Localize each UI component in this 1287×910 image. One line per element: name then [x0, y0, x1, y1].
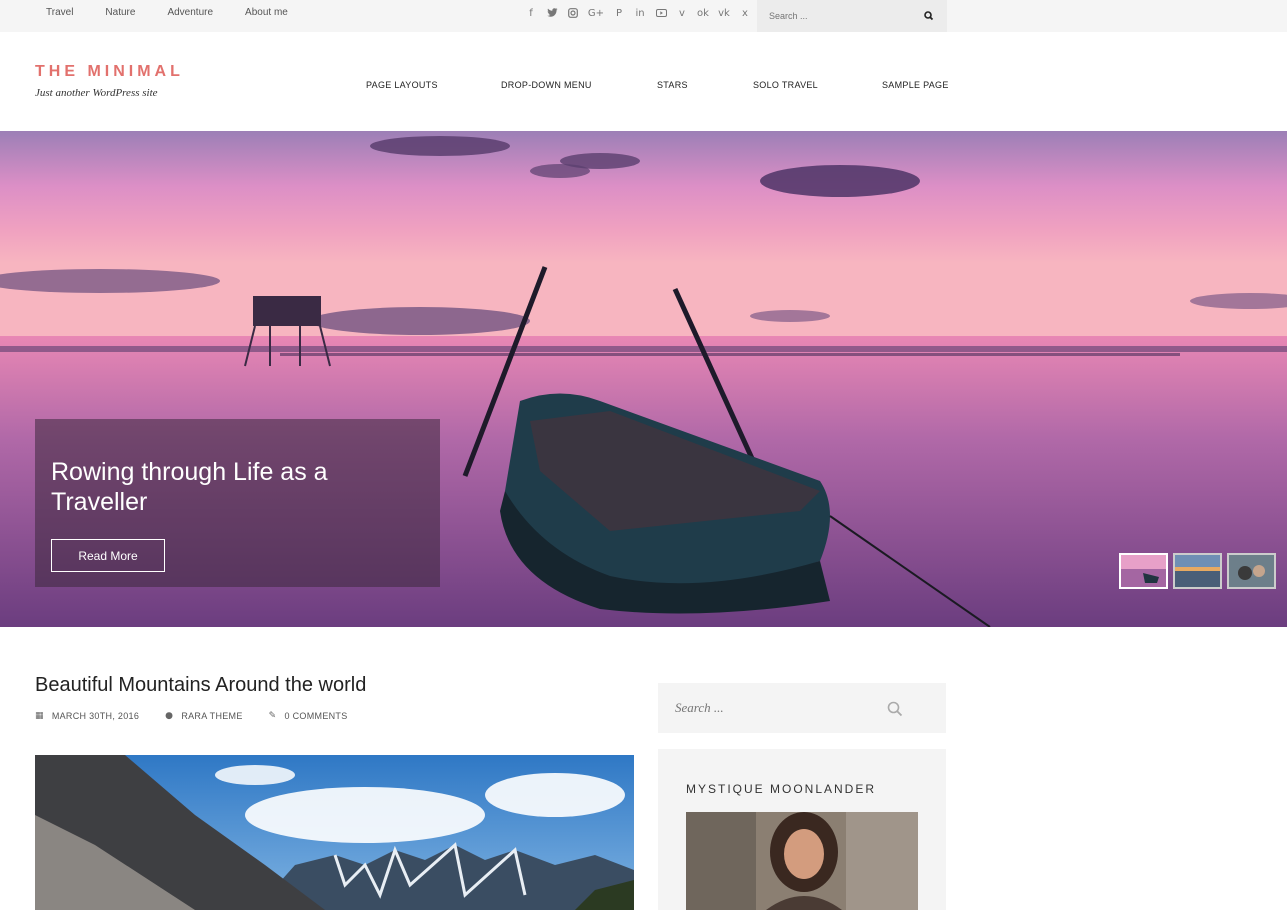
- menu-drop-down-menu[interactable]: DROP-DOWN MENU: [501, 80, 592, 90]
- instagram-icon[interactable]: [566, 6, 580, 20]
- read-more-button[interactable]: Read More: [51, 539, 165, 572]
- post-author[interactable]: ● RARA THEME: [165, 711, 243, 721]
- vk-icon[interactable]: vk: [717, 6, 731, 20]
- search-icon[interactable]: [886, 700, 904, 718]
- site-title[interactable]: THE MINIMAL: [35, 63, 184, 81]
- xing-icon[interactable]: x: [738, 6, 752, 20]
- top-nav-adventure[interactable]: Adventure: [167, 7, 213, 18]
- odnoklassniki-icon[interactable]: ok: [696, 6, 710, 20]
- pencil-icon: ✎: [268, 711, 277, 721]
- google-plus-icon[interactable]: G+: [587, 6, 605, 20]
- youtube-icon[interactable]: [654, 6, 668, 20]
- hero-slider: Rowing through Life as a Traveller Read …: [0, 131, 1287, 627]
- sidebar-search-input[interactable]: [675, 700, 875, 716]
- user-icon: ●: [165, 711, 174, 721]
- author-photo: [686, 812, 918, 910]
- sidebar-author-widget: MYSTIQUE MOONLANDER: [658, 749, 946, 910]
- post-date-text: MARCH 30TH, 2016: [51, 711, 140, 721]
- menu-stars[interactable]: STARS: [657, 80, 688, 90]
- pinterest-icon[interactable]: P: [612, 6, 626, 20]
- slider-thumb-1[interactable]: [1119, 553, 1168, 589]
- twitter-icon[interactable]: [545, 6, 559, 20]
- hero-title[interactable]: Rowing through Life as a Traveller: [51, 457, 391, 517]
- vimeo-icon[interactable]: v: [675, 6, 689, 20]
- post-comments[interactable]: ✎ 0 COMMENTS: [269, 711, 348, 721]
- top-search-input[interactable]: [769, 9, 919, 23]
- calendar-icon: ▦: [35, 711, 44, 721]
- linkedin-icon[interactable]: in: [633, 6, 647, 20]
- top-nav: Travel Nature Adventure About me: [46, 7, 320, 18]
- menu-sample-page[interactable]: SAMPLE PAGE: [882, 80, 949, 90]
- slider-thumbnails: [1119, 553, 1276, 589]
- hero-caption: Rowing through Life as a Traveller Read …: [35, 419, 440, 587]
- sidebar-search: [658, 683, 946, 733]
- top-nav-nature[interactable]: Nature: [105, 7, 135, 18]
- top-nav-travel[interactable]: Travel: [46, 7, 73, 18]
- post-date[interactable]: ▦ MARCH 30TH, 2016: [35, 711, 139, 721]
- widget-title: MYSTIQUE MOONLANDER: [686, 782, 877, 796]
- top-search: [757, 0, 947, 32]
- top-bar: Travel Nature Adventure About me f G+ P …: [0, 0, 1287, 32]
- slider-thumb-2[interactable]: [1173, 553, 1222, 589]
- search-icon[interactable]: [923, 9, 935, 21]
- top-nav-about-me[interactable]: About me: [245, 7, 288, 18]
- post-title[interactable]: Beautiful Mountains Around the world: [35, 674, 366, 697]
- facebook-icon[interactable]: f: [524, 6, 538, 20]
- site-tagline: Just another WordPress site: [35, 87, 158, 99]
- post-comments-text: 0 COMMENTS: [284, 711, 348, 721]
- social-links: f G+ P in v ok vk x: [524, 6, 752, 20]
- menu-solo-travel[interactable]: SOLO TRAVEL: [753, 80, 818, 90]
- menu-page-layouts[interactable]: PAGE LAYOUTS: [366, 80, 438, 90]
- post-author-text: RARA THEME: [181, 711, 243, 721]
- post-meta: ▦ MARCH 30TH, 2016 ● RARA THEME ✎ 0 COMM…: [35, 711, 374, 721]
- post-featured-image[interactable]: [35, 755, 634, 910]
- slider-thumb-3[interactable]: [1227, 553, 1276, 589]
